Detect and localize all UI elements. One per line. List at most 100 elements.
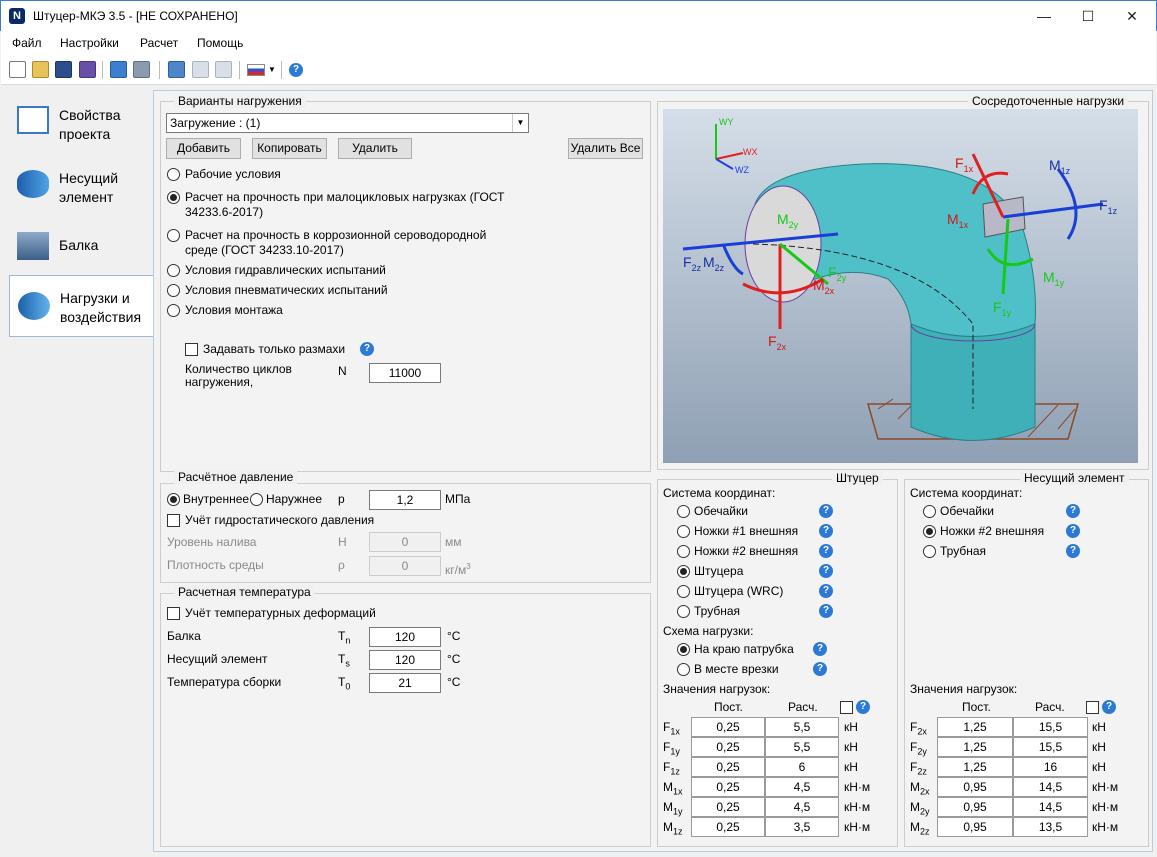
- shell-const-input[interactable]: 0,95: [937, 797, 1013, 817]
- density-input[interactable]: 0: [369, 556, 441, 576]
- shell-calc-input[interactable]: 13,5: [1013, 817, 1088, 837]
- chevron-down-icon[interactable]: ▼: [268, 65, 276, 74]
- radio-corrosive[interactable]: [167, 229, 180, 242]
- nozzle-calc-input[interactable]: 5,5: [765, 717, 839, 737]
- nozzle-calc-input[interactable]: 3,5: [765, 817, 839, 837]
- calculator-icon[interactable]: [168, 61, 185, 78]
- radio-working[interactable]: [167, 168, 180, 181]
- shell-calc-input[interactable]: 16: [1013, 757, 1088, 777]
- minimize-button[interactable]: —: [1021, 1, 1067, 31]
- help-icon[interactable]: ?: [819, 504, 833, 518]
- sidebar-item-shell[interactable]: Несущий элемент: [9, 154, 155, 216]
- shell-const-input[interactable]: 0,95: [937, 777, 1013, 797]
- help-icon[interactable]: ?: [1066, 544, 1080, 558]
- radio-mounting[interactable]: [167, 304, 180, 317]
- shell-const-input[interactable]: 1,25: [937, 757, 1013, 777]
- radio-nozzle-coord-wrc[interactable]: [677, 585, 690, 598]
- radio-hydro-test[interactable]: [167, 264, 180, 277]
- shell-calc-input[interactable]: 14,5: [1013, 777, 1088, 797]
- help-icon[interactable]: ?: [360, 342, 374, 356]
- temp-shell-input[interactable]: 120: [369, 650, 441, 670]
- help-icon[interactable]: ?: [1066, 504, 1080, 518]
- nozzle-calc-input[interactable]: 5,5: [765, 737, 839, 757]
- shell-const-input[interactable]: 1,25: [937, 717, 1013, 737]
- radio-shell-coord-pipe[interactable]: [923, 545, 936, 558]
- radio-nozzle-coord-nozzle[interactable]: [677, 565, 690, 578]
- sidebar-item-project[interactable]: Свойства проекта: [9, 92, 155, 154]
- menu-calc[interactable]: Расчет: [140, 36, 178, 50]
- delete-all-button[interactable]: Удалить Все: [568, 138, 643, 159]
- menu-file[interactable]: Файл: [12, 36, 42, 50]
- help-icon[interactable]: ?: [1102, 700, 1116, 714]
- radio-nozzle-coord-pipe[interactable]: [677, 605, 690, 618]
- add-button[interactable]: Добавить: [166, 138, 241, 159]
- menu-help[interactable]: Помощь: [197, 36, 243, 50]
- shell-const-input[interactable]: 0,95: [937, 817, 1013, 837]
- nozzle-const-input[interactable]: 0,25: [691, 717, 765, 737]
- help-icon[interactable]: ?: [1066, 524, 1080, 538]
- delete-button[interactable]: Удалить: [338, 138, 412, 159]
- radio-scheme-junction[interactable]: [677, 663, 690, 676]
- shell-calc-input[interactable]: 15,5: [1013, 737, 1088, 757]
- radio-shell-coord-leg2[interactable]: [923, 525, 936, 538]
- open-folder-icon[interactable]: [32, 61, 49, 78]
- ranges-only-checkbox[interactable]: [185, 343, 198, 356]
- help-icon[interactable]: ?: [819, 524, 833, 538]
- fill-level-input[interactable]: 0: [369, 532, 441, 552]
- thermal-deform-checkbox[interactable]: [167, 607, 180, 620]
- help-icon[interactable]: ?: [813, 662, 827, 676]
- load-case-value: Загружение : (1): [170, 116, 261, 130]
- help-icon[interactable]: ?: [819, 584, 833, 598]
- help-icon[interactable]: ?: [289, 63, 303, 77]
- sidebar-item-label: Балка: [59, 237, 99, 253]
- radio-scheme-edge[interactable]: [677, 643, 690, 656]
- new-file-icon[interactable]: [9, 61, 26, 78]
- nozzle-const-input[interactable]: 0,25: [691, 737, 765, 757]
- radio-pneumo-test[interactable]: [167, 284, 180, 297]
- save-as-icon[interactable]: [79, 61, 96, 78]
- maximize-button[interactable]: ☐: [1065, 1, 1111, 31]
- language-flag-icon[interactable]: [247, 64, 265, 76]
- copy-button[interactable]: Копировать: [252, 138, 327, 159]
- shell-calc-input[interactable]: 14,5: [1013, 797, 1088, 817]
- help-icon[interactable]: ?: [819, 604, 833, 618]
- help-icon[interactable]: ?: [819, 564, 833, 578]
- table-icon[interactable]: [215, 61, 232, 78]
- shell-const-input[interactable]: 1,25: [937, 737, 1013, 757]
- nozzle-calc-input[interactable]: 4,5: [765, 797, 839, 817]
- chevron-down-icon[interactable]: ▼: [512, 114, 528, 132]
- radio-nozzle-coord-leg2[interactable]: [677, 545, 690, 558]
- help-icon[interactable]: ?: [813, 642, 827, 656]
- nozzle-const-input[interactable]: 0,25: [691, 797, 765, 817]
- shell-calc-input[interactable]: 15,5: [1013, 717, 1088, 737]
- load-case-select[interactable]: Загружение : (1) ▼: [166, 113, 529, 133]
- help-icon[interactable]: ?: [819, 544, 833, 558]
- nozzle-calc-icon[interactable]: [110, 61, 127, 78]
- menu-settings[interactable]: Настройки: [60, 36, 119, 50]
- nozzle-calc-input[interactable]: 6: [765, 757, 839, 777]
- sidebar-item-loads[interactable]: Нагрузки и воздействия: [9, 275, 155, 337]
- radio-nozzle-coord-leg1[interactable]: [677, 525, 690, 538]
- nozzle-const-input[interactable]: 0,25: [691, 777, 765, 797]
- radio-nozzle-coord-shell[interactable]: [677, 505, 690, 518]
- hydrostatic-checkbox[interactable]: [167, 514, 180, 527]
- settings-gear-icon[interactable]: [133, 61, 150, 78]
- nozzle-calc-input[interactable]: 4,5: [765, 777, 839, 797]
- temp-beam-input[interactable]: 120: [369, 627, 441, 647]
- radio-outer-pressure[interactable]: [250, 493, 263, 506]
- radio-low-cycle[interactable]: [167, 191, 180, 204]
- help-icon[interactable]: ?: [856, 700, 870, 714]
- nozzle-const-input[interactable]: 0,25: [691, 757, 765, 777]
- cycles-input[interactable]: 11000: [369, 363, 441, 383]
- sidebar-item-beam[interactable]: Балка: [9, 216, 155, 278]
- radio-inner-pressure[interactable]: [167, 493, 180, 506]
- nozzle-const-input[interactable]: 0,25: [691, 817, 765, 837]
- temp-assembly-input[interactable]: 21: [369, 673, 441, 693]
- radio-shell-coord-shell[interactable]: [923, 505, 936, 518]
- report-icon[interactable]: [192, 61, 209, 78]
- close-button[interactable]: ✕: [1109, 1, 1155, 31]
- save-icon[interactable]: [55, 61, 72, 78]
- pressure-input[interactable]: 1,2: [369, 490, 441, 510]
- shell-values-checkbox[interactable]: [1086, 701, 1099, 714]
- nozzle-values-checkbox[interactable]: [840, 701, 853, 714]
